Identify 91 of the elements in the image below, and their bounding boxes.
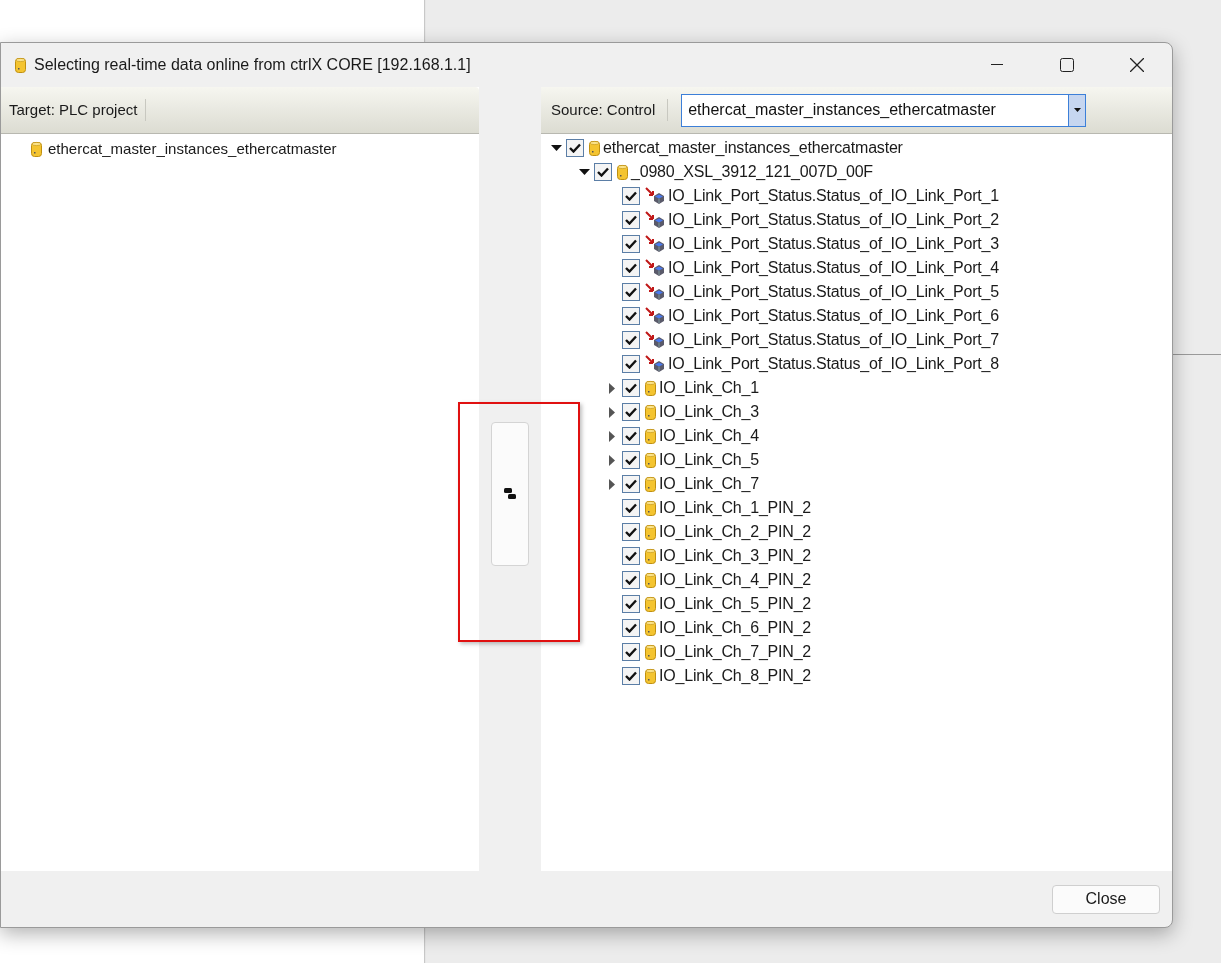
signal-cube-icon (645, 331, 665, 349)
dropdown-arrow-button[interactable] (1068, 94, 1086, 126)
collapsed-arrow-icon[interactable] (609, 406, 615, 418)
checkbox[interactable] (622, 427, 640, 445)
tree-item-label[interactable]: IO_Link_Port_Status.Status_of_IO_Link_Port_2 (668, 208, 999, 232)
tree-item-label[interactable]: IO_Link_Ch_2_PIN_2 (659, 520, 812, 544)
checkbox[interactable] (622, 259, 640, 277)
checkbox[interactable] (622, 187, 640, 205)
database-icon (617, 163, 628, 181)
checkbox[interactable] (622, 475, 640, 493)
checkbox[interactable] (622, 211, 640, 229)
database-icon (589, 139, 600, 157)
tree-item-label[interactable]: IO_Link_Ch_3 (659, 400, 759, 424)
tree-item-label[interactable]: IO_Link_Port_Status.Status_of_IO_Link_Port_3 (668, 232, 999, 256)
tree-item-label[interactable]: ethercat_master_instances_ethercatmaster (48, 137, 337, 161)
signal-cube-icon (645, 283, 665, 301)
database-icon (645, 571, 656, 589)
checkbox[interactable] (622, 331, 640, 349)
transfer-icon (504, 488, 516, 500)
signal-cube-icon (645, 355, 665, 373)
checkbox[interactable] (622, 379, 640, 397)
tree-item-label[interactable]: ethercat_master_instances_ethercatmaster (603, 136, 903, 160)
tree-item-label[interactable]: IO_Link_Port_Status.Status_of_IO_Link_Port_7 (668, 328, 999, 352)
checkbox[interactable] (622, 403, 640, 421)
minimize-icon (991, 64, 1003, 66)
checkbox[interactable] (622, 283, 640, 301)
checkbox[interactable] (566, 139, 584, 157)
checkbox[interactable] (622, 595, 640, 613)
expanded-arrow-icon[interactable] (578, 169, 590, 175)
database-icon (645, 403, 656, 421)
signal-cube-icon (645, 211, 665, 229)
database-icon (645, 547, 656, 565)
tree-item-label[interactable]: _0980_XSL_3912_121_007D_00F (631, 160, 873, 184)
tree-item-label[interactable]: IO_Link_Ch_5 (659, 448, 759, 472)
database-icon (645, 499, 656, 517)
maximize-icon (1060, 58, 1074, 72)
panel-title: Source: Control (551, 98, 669, 122)
tree-item-label[interactable]: IO_Link_Port_Status.Status_of_IO_Link_Port_6 (668, 304, 999, 328)
database-icon (15, 56, 26, 74)
collapsed-arrow-icon[interactable] (609, 454, 615, 466)
checkbox[interactable] (622, 619, 640, 637)
database-icon (645, 667, 656, 685)
signal-cube-icon (645, 235, 665, 253)
tree-item-label[interactable]: IO_Link_Port_Status.Status_of_IO_Link_Port_5 (668, 280, 999, 304)
tree-item-label[interactable]: IO_Link_Ch_4 (659, 424, 759, 448)
signal-cube-icon (645, 307, 665, 325)
checkbox[interactable] (622, 451, 640, 469)
collapsed-arrow-icon[interactable] (609, 382, 615, 394)
tree-item-label[interactable]: IO_Link_Port_Status.Status_of_IO_Link_Port_1 (668, 184, 999, 208)
checkbox[interactable] (622, 523, 640, 541)
database-icon (645, 523, 656, 541)
close-button[interactable]: Close (1052, 884, 1160, 914)
checkbox[interactable] (622, 643, 640, 661)
database-icon (645, 379, 656, 397)
caret-icon (1073, 108, 1081, 112)
checkbox[interactable] (622, 547, 640, 565)
tree-item-label[interactable]: IO_Link_Ch_7_PIN_2 (659, 640, 812, 664)
checkbox[interactable] (622, 355, 640, 373)
database-icon (645, 595, 656, 613)
checkbox[interactable] (622, 307, 640, 325)
panel-title: Target: PLC project (9, 98, 147, 122)
checkbox[interactable] (622, 235, 640, 253)
checkbox[interactable] (622, 667, 640, 685)
checkbox[interactable] (594, 163, 612, 181)
database-icon (645, 451, 656, 469)
tree-item-label[interactable]: IO_Link_Ch_1_PIN_2 (659, 496, 812, 520)
database-icon (645, 643, 656, 661)
checkbox[interactable] (622, 499, 640, 517)
signal-cube-icon (645, 187, 665, 205)
tree-item-label[interactable]: IO_Link_Ch_5_PIN_2 (659, 592, 812, 616)
dropdown-value: ethercat_master_instances_ethercatmaster (687, 100, 997, 120)
collapsed-arrow-icon[interactable] (609, 430, 615, 442)
tree-item-label[interactable]: IO_Link_Ch_6_PIN_2 (659, 616, 812, 640)
tree-item-label[interactable]: IO_Link_Ch_3_PIN_2 (659, 544, 812, 568)
tree-item-label[interactable]: IO_Link_Ch_1 (659, 376, 759, 400)
close-icon (1130, 58, 1144, 72)
tree-item-label[interactable]: IO_Link_Ch_7 (659, 472, 759, 496)
tree-item-label[interactable]: IO_Link_Port_Status.Status_of_IO_Link_Port_4 (668, 256, 999, 280)
tree-item-label[interactable]: IO_Link_Port_Status.Status_of_IO_Link_Port_8 (668, 352, 999, 376)
checkbox[interactable] (622, 571, 640, 589)
database-icon (645, 475, 656, 493)
collapsed-arrow-icon[interactable] (609, 478, 615, 490)
database-icon (645, 619, 656, 637)
signal-cube-icon (645, 259, 665, 277)
database-icon (31, 140, 42, 158)
tree-item-label[interactable]: IO_Link_Ch_4_PIN_2 (659, 568, 812, 592)
tree-item-label[interactable]: IO_Link_Ch_8_PIN_2 (659, 664, 812, 688)
expanded-arrow-icon[interactable] (550, 145, 562, 151)
database-icon (645, 427, 656, 445)
source-dropdown[interactable]: ethercat_master_instances_ethercatmaster (681, 93, 1087, 127)
window-title: Selecting real-time data online from ctrlX CORE [192.168.1.1] (34, 55, 471, 75)
